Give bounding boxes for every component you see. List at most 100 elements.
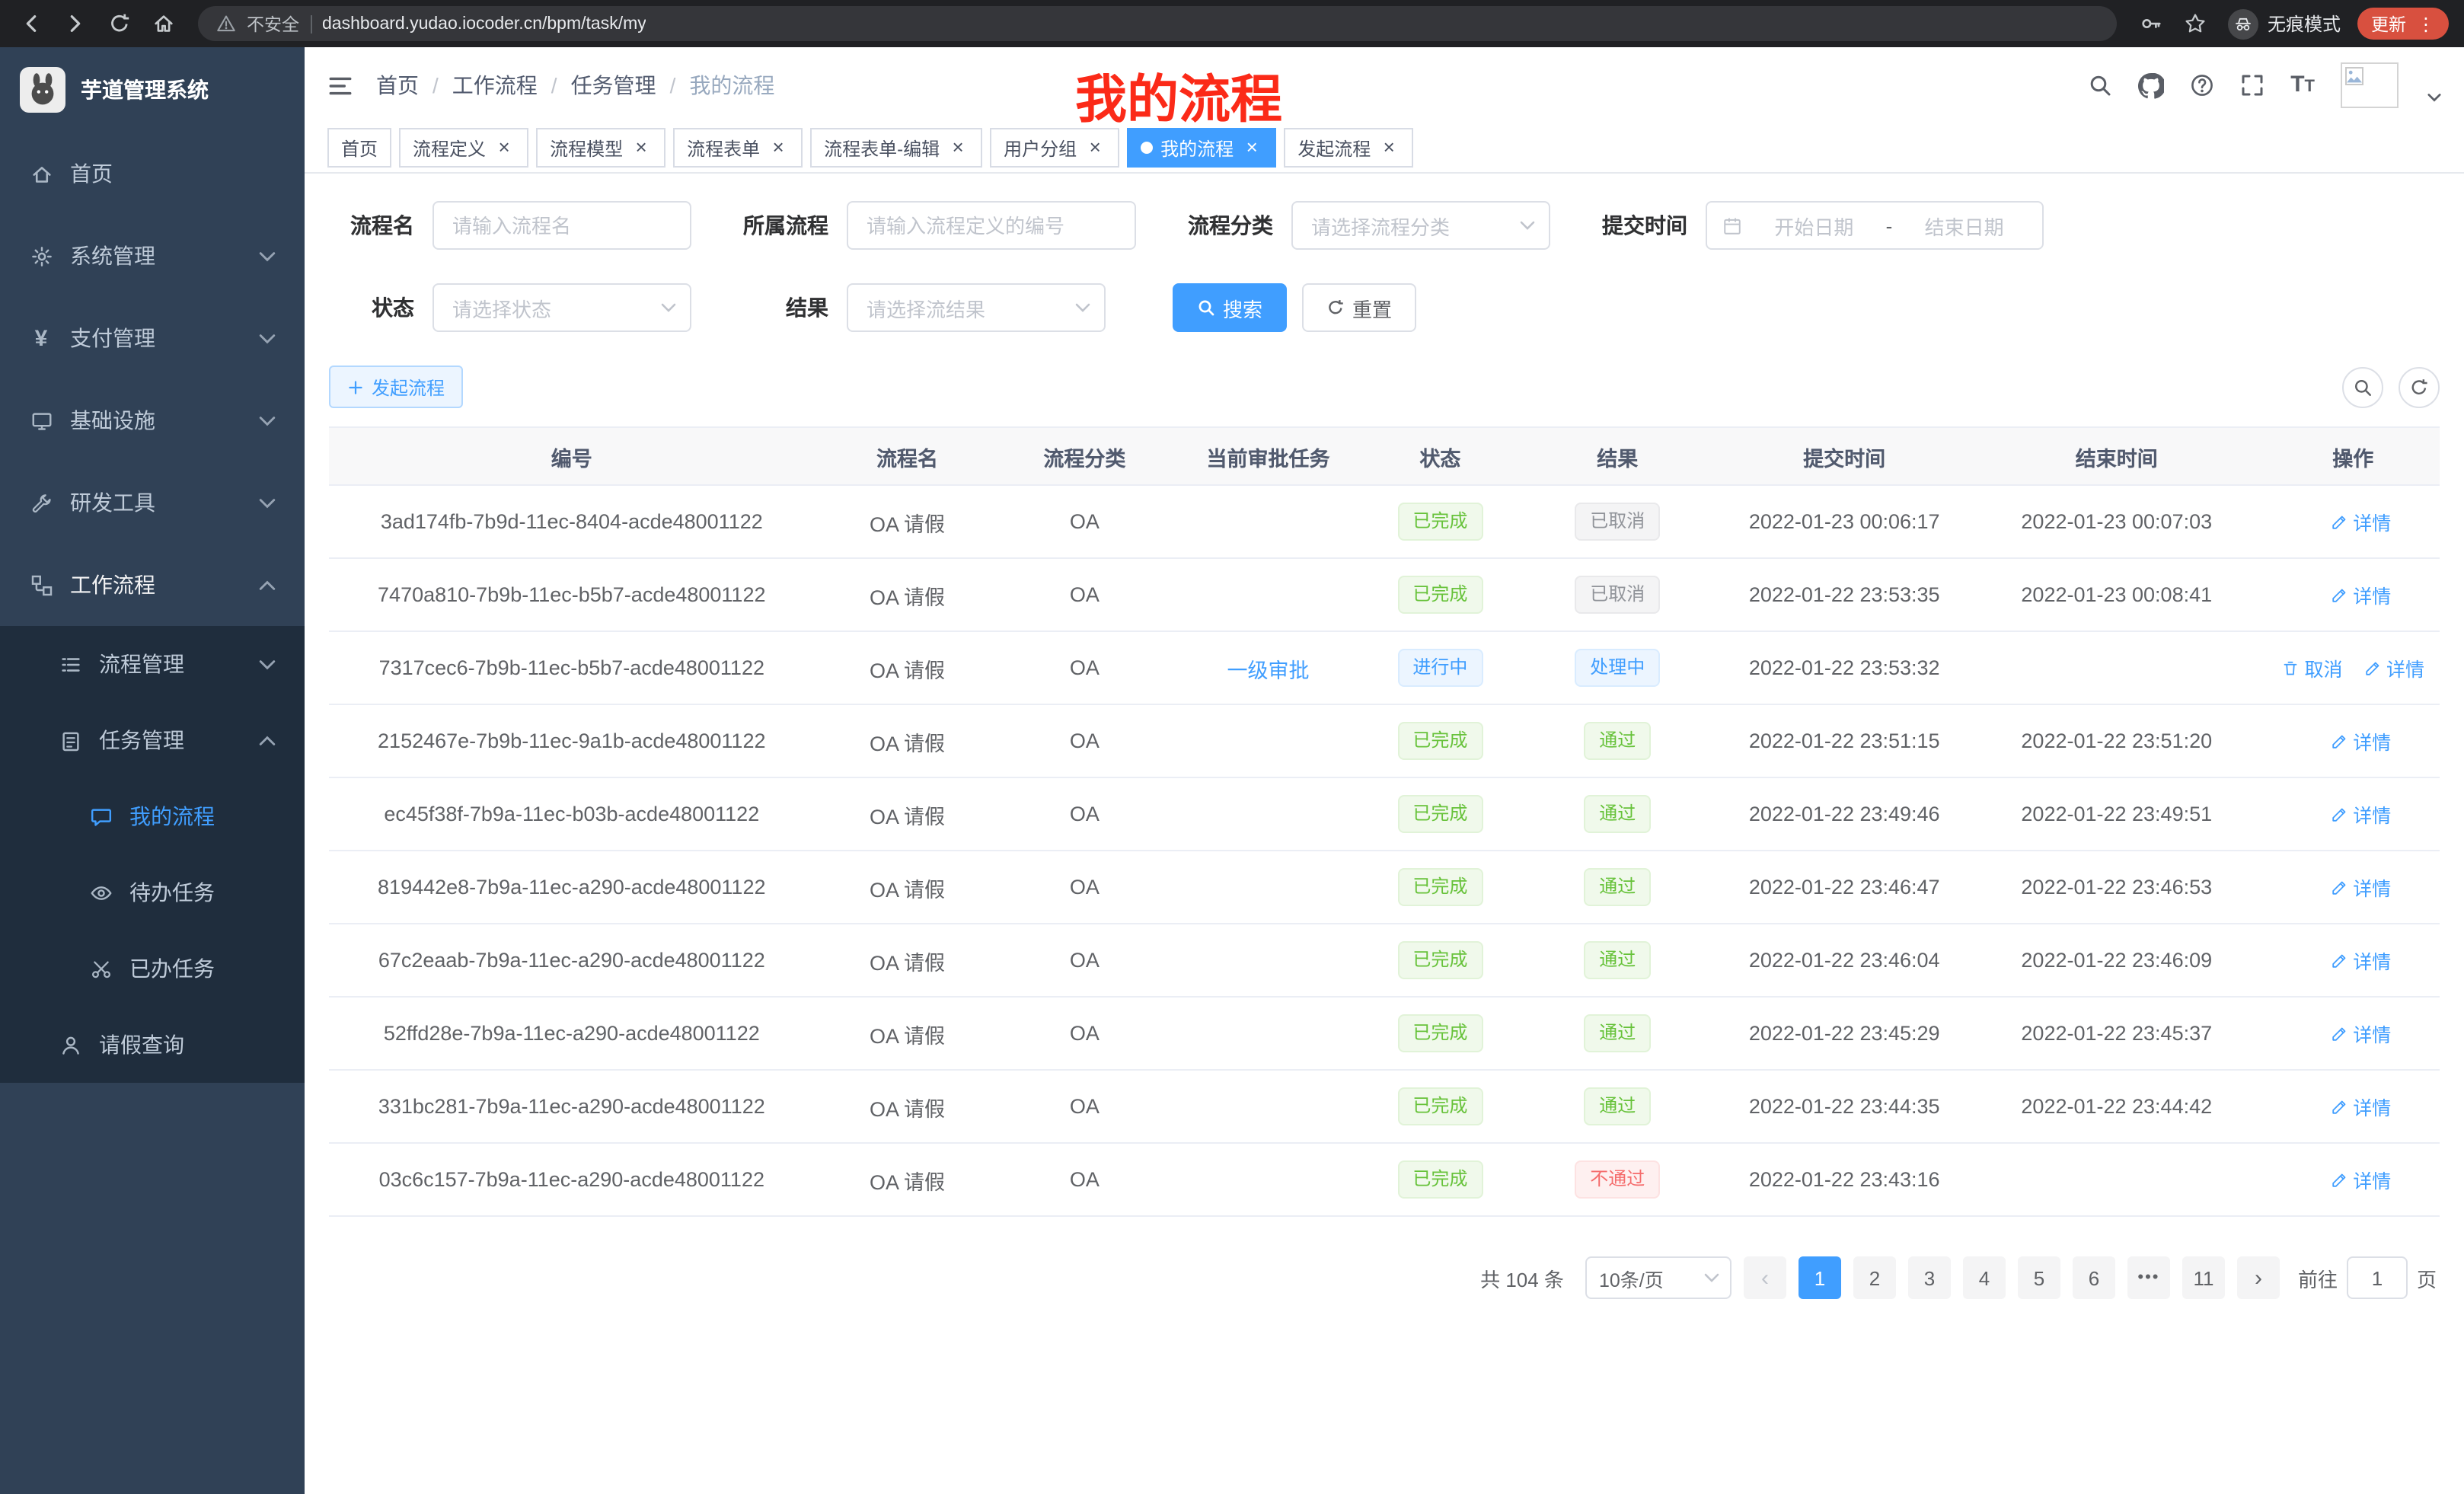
result-tag: 已取消 bbox=[1575, 503, 1660, 541]
show-search-icon[interactable] bbox=[2342, 366, 2383, 407]
github-icon[interactable] bbox=[2138, 72, 2164, 98]
close-icon[interactable]: × bbox=[493, 137, 515, 158]
detail-link[interactable]: 详情 bbox=[2363, 653, 2424, 682]
bookmark-star-icon[interactable] bbox=[2181, 8, 2211, 39]
detail-link[interactable]: 详情 bbox=[2330, 800, 2391, 828]
forward-icon[interactable] bbox=[59, 8, 90, 39]
page-button[interactable]: ••• bbox=[2127, 1256, 2170, 1299]
page-size-value: 10条/页 bbox=[1599, 1263, 1664, 1292]
table-row: 819442e8-7b9a-11ec-a290-acde48001122 OA … bbox=[329, 851, 2440, 924]
tab[interactable]: 流程表单 × bbox=[673, 128, 803, 168]
detail-link[interactable]: 详情 bbox=[2330, 946, 2391, 975]
close-icon[interactable]: × bbox=[947, 137, 969, 158]
refresh-icon[interactable] bbox=[2399, 366, 2440, 407]
sidebar-item-todo-tasks[interactable]: 待办任务 bbox=[0, 854, 305, 931]
breadcrumb-item[interactable]: 首页 bbox=[376, 70, 419, 101]
prev-page-button[interactable]: ‹ bbox=[1744, 1256, 1786, 1299]
breadcrumb-item[interactable]: 任务管理 bbox=[571, 70, 656, 101]
fullscreen-icon[interactable] bbox=[2240, 73, 2265, 97]
sidebar-item-system[interactable]: 系统管理 bbox=[0, 215, 305, 297]
end-date-placeholder[interactable]: 结束日期 bbox=[1901, 211, 2027, 240]
tab[interactable]: 我的流程 × bbox=[1127, 128, 1276, 168]
sidebar-item-leave-query[interactable]: 请假查询 bbox=[0, 1007, 305, 1083]
start-date-placeholder[interactable]: 开始日期 bbox=[1751, 211, 1877, 240]
reset-button[interactable]: 重置 bbox=[1302, 283, 1416, 332]
detail-link[interactable]: 详情 bbox=[2330, 1019, 2391, 1048]
help-icon[interactable] bbox=[2190, 73, 2214, 97]
collapse-menu-icon[interactable] bbox=[327, 72, 353, 98]
result-select[interactable]: 请选择流结果 bbox=[847, 283, 1106, 332]
browser-home-icon[interactable] bbox=[148, 8, 178, 39]
avatar[interactable] bbox=[2341, 62, 2399, 108]
sidebar-item-devtools[interactable]: 研发工具 bbox=[0, 461, 305, 544]
sidebar-item-workflow[interactable]: 工作流程 bbox=[0, 544, 305, 626]
col-header-name: 流程名 bbox=[815, 427, 1001, 485]
sidebar-item-my-process[interactable]: 我的流程 bbox=[0, 778, 305, 854]
goto-page-input[interactable] bbox=[2347, 1256, 2408, 1299]
cancel-link[interactable]: 取消 bbox=[2281, 653, 2342, 682]
search-icon[interactable] bbox=[2088, 73, 2112, 97]
reload-icon[interactable] bbox=[104, 8, 134, 39]
next-page-button[interactable]: › bbox=[2237, 1256, 2280, 1299]
close-icon[interactable]: × bbox=[630, 137, 652, 158]
tab[interactable]: 用户分组 × bbox=[990, 128, 1119, 168]
page-button[interactable]: 2 bbox=[1853, 1256, 1896, 1299]
detail-link[interactable]: 详情 bbox=[2330, 580, 2391, 609]
page-size-select[interactable]: 10条/页 bbox=[1585, 1256, 1732, 1299]
caret-down-icon[interactable] bbox=[2427, 93, 2441, 102]
font-size-icon[interactable]: TT bbox=[2290, 73, 2315, 97]
detail-link[interactable]: 详情 bbox=[2330, 1092, 2391, 1121]
search-button[interactable]: 搜索 bbox=[1173, 283, 1287, 332]
task-link[interactable]: 一级审批 bbox=[1227, 659, 1310, 682]
url-text[interactable]: dashboard.yudao.iocoder.cn/bpm/task/my bbox=[322, 14, 646, 33]
tab[interactable]: 流程表单-编辑 × bbox=[810, 128, 982, 168]
address-bar[interactable]: 不安全 dashboard.yudao.iocoder.cn/bpm/task/… bbox=[198, 6, 2117, 41]
detail-link[interactable]: 详情 bbox=[2330, 507, 2391, 536]
sidebar-item-label: 流程管理 bbox=[99, 649, 184, 679]
tab[interactable]: 发起流程 × bbox=[1284, 128, 1413, 168]
create-process-button[interactable]: 发起流程 bbox=[329, 366, 463, 408]
browser-menu-icon[interactable]: ⋮ bbox=[2417, 13, 2435, 34]
tab[interactable]: 流程模型 × bbox=[536, 128, 665, 168]
tab[interactable]: 首页 × bbox=[327, 128, 391, 168]
cell-result: 不通过 bbox=[1513, 1143, 1722, 1216]
sidebar-item-done-tasks[interactable]: 已办任务 bbox=[0, 931, 305, 1007]
security-label[interactable]: 不安全 bbox=[247, 11, 299, 36]
back-icon[interactable] bbox=[15, 8, 46, 39]
page-button[interactable]: 3 bbox=[1908, 1256, 1951, 1299]
detail-link[interactable]: 详情 bbox=[2330, 873, 2391, 902]
cell-category: OA bbox=[1000, 485, 1169, 558]
category-select[interactable]: 请选择流程分类 bbox=[1291, 201, 1550, 250]
page-button[interactable]: 1 bbox=[1799, 1256, 1841, 1299]
cell-result: 通过 bbox=[1513, 851, 1722, 924]
update-button[interactable]: 更新 ⋮ bbox=[2357, 8, 2449, 40]
date-range-picker[interactable]: 开始日期 - 结束日期 bbox=[1706, 201, 2044, 250]
close-icon[interactable]: × bbox=[1241, 137, 1262, 158]
page-button[interactable]: 4 bbox=[1963, 1256, 2006, 1299]
sidebar-item-infra[interactable]: 基础设施 bbox=[0, 379, 305, 461]
key-icon[interactable] bbox=[2137, 8, 2167, 39]
sidebar-item-home[interactable]: 首页 bbox=[0, 132, 305, 215]
filter-row-1: 流程名 所属流程 流程分类 请选择流程分类 bbox=[329, 201, 2440, 250]
logo-title: 芋道管理系统 bbox=[81, 75, 209, 105]
sidebar-item-task-mgmt[interactable]: 任务管理 bbox=[0, 702, 305, 778]
sidebar-item-process-mgmt[interactable]: 流程管理 bbox=[0, 626, 305, 702]
detail-link[interactable]: 详情 bbox=[2330, 726, 2391, 755]
close-icon[interactable]: × bbox=[1378, 137, 1400, 158]
status-select[interactable]: 请选择状态 bbox=[432, 283, 691, 332]
close-icon[interactable]: × bbox=[768, 137, 789, 158]
process-name-input[interactable] bbox=[432, 201, 691, 250]
screenshot-root: 不安全 dashboard.yudao.iocoder.cn/bpm/task/… bbox=[0, 0, 2464, 1494]
process-def-input[interactable] bbox=[847, 201, 1136, 250]
close-icon[interactable]: × bbox=[1084, 137, 1106, 158]
chevron-down-icon bbox=[1520, 221, 1535, 230]
sidebar-item-pay[interactable]: ¥ 支付管理 bbox=[0, 297, 305, 379]
result-tag: 不通过 bbox=[1575, 1160, 1660, 1199]
page-button[interactable]: 11 bbox=[2182, 1256, 2225, 1299]
breadcrumb-item[interactable]: 工作流程 bbox=[452, 70, 538, 101]
page-button[interactable]: 6 bbox=[2073, 1256, 2115, 1299]
cell-id: 3ad174fb-7b9d-11ec-8404-acde48001122 bbox=[329, 485, 815, 558]
detail-link[interactable]: 详情 bbox=[2330, 1165, 2391, 1194]
page-button[interactable]: 5 bbox=[2018, 1256, 2060, 1299]
tab[interactable]: 流程定义 × bbox=[399, 128, 528, 168]
